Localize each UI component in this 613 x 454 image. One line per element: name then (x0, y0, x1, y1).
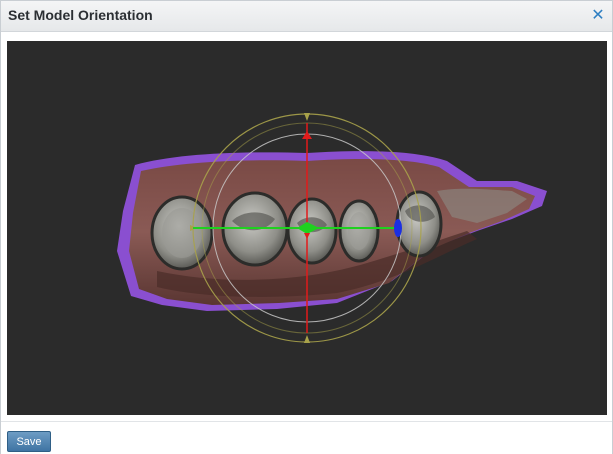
ring-handle-top (304, 113, 310, 121)
z-axis-handle (394, 219, 402, 237)
model-scene[interactable] (7, 41, 607, 415)
dialog-titlebar: Set Model Orientation ✕ (1, 1, 612, 32)
set-model-orientation-dialog: Set Model Orientation ✕ Save (0, 0, 613, 454)
close-icon[interactable]: ✕ (590, 6, 606, 24)
save-button[interactable]: Save (7, 431, 51, 452)
dialog-title: Set Model Orientation (8, 7, 153, 23)
ring-handle-bottom (304, 335, 310, 343)
y-axis-arrow (302, 131, 312, 139)
dialog-footer: Save (1, 421, 612, 454)
3d-viewport[interactable] (7, 41, 607, 415)
